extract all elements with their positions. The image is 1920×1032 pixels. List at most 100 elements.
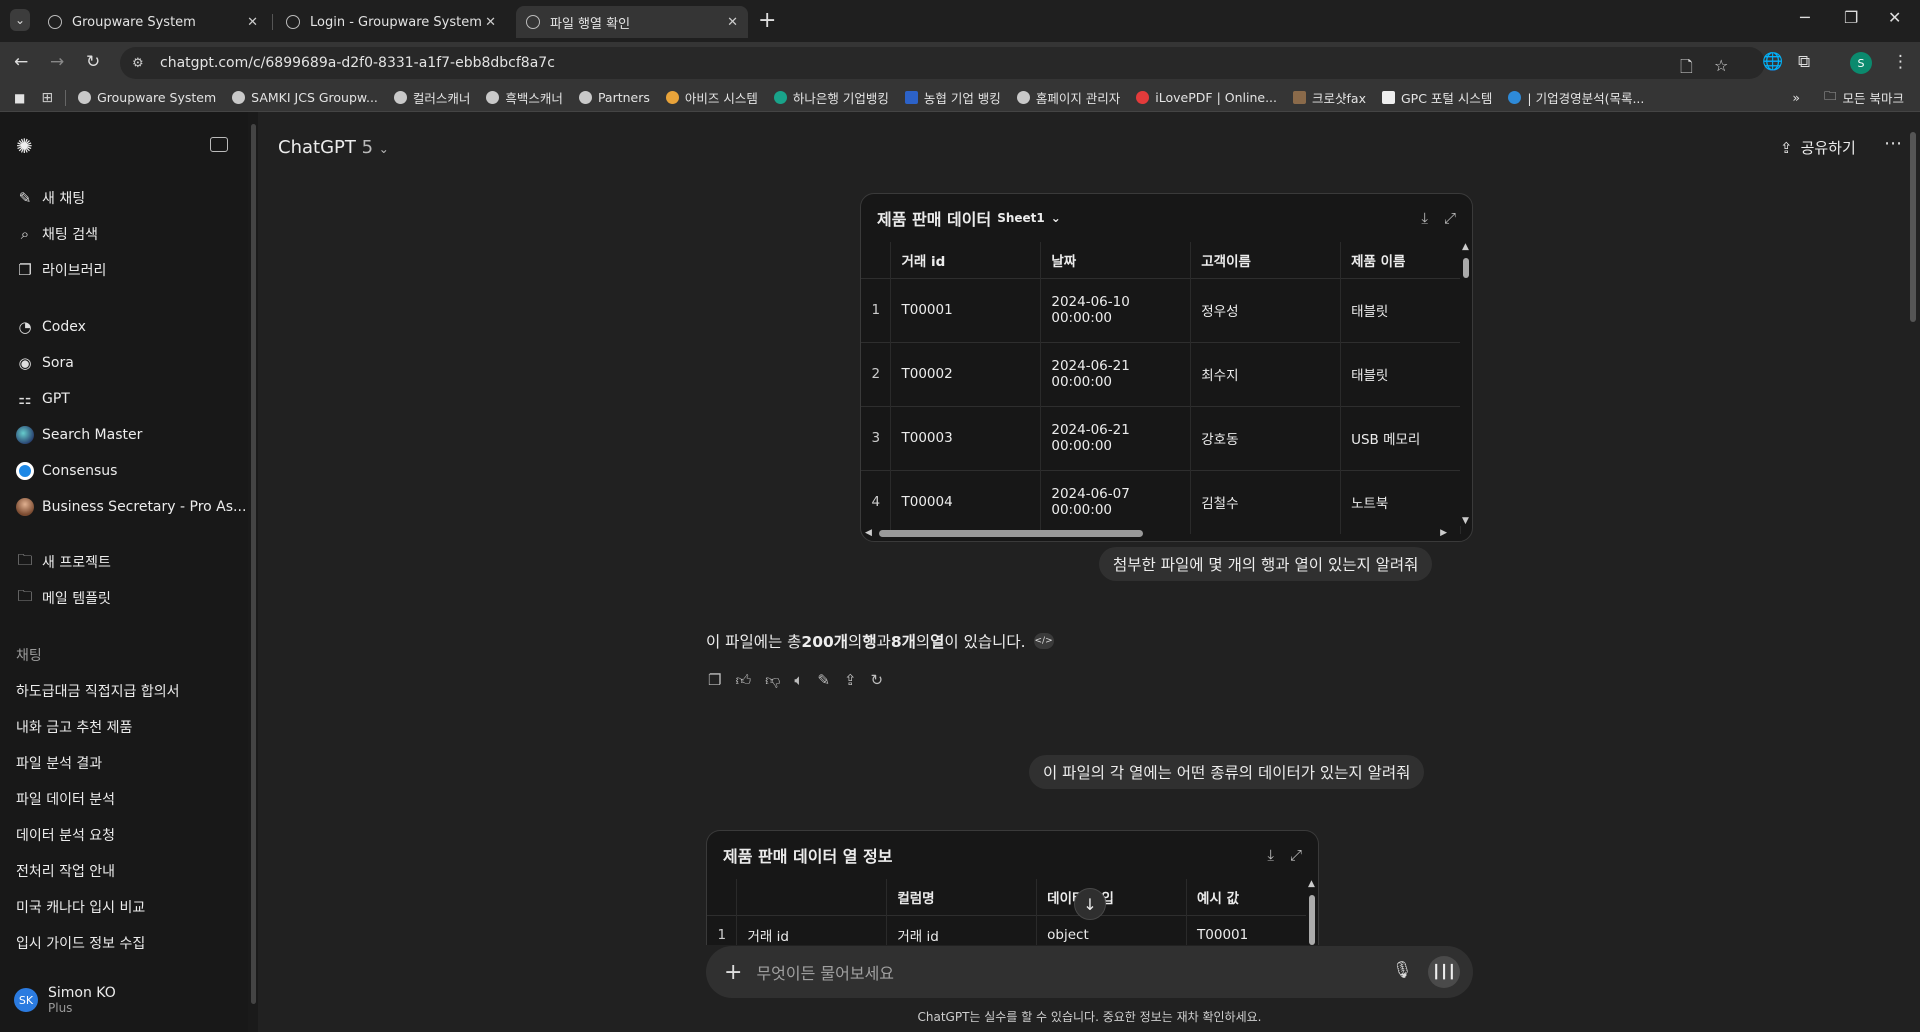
sidebar-item-consensus[interactable]: Consensus [16, 461, 117, 481]
sidebar-item-library[interactable]: ❐ 라이브러리 [16, 260, 106, 280]
chevron-down-icon[interactable]: ⌄ [1051, 211, 1061, 225]
column-header[interactable]: 날짜 [1040, 242, 1192, 278]
table-cell[interactable]: 거래 id [736, 914, 888, 945]
column-header[interactable]: 데이터 타입 [1036, 879, 1188, 915]
table-cell[interactable]: object [1036, 914, 1188, 945]
globe-extension-icon[interactable]: 🌐 [1762, 52, 1783, 72]
bookmark-item[interactable]: 아비즈 시스템 [665, 88, 758, 107]
sidebar-item-codex[interactable]: ◔ Codex [16, 317, 85, 337]
expand-icon[interactable]: ⤢ [1290, 846, 1302, 864]
bookmark-item[interactable]: 하나은행 기업뱅킹 [773, 88, 889, 107]
scroll-up-arrow-icon[interactable]: ▲ [1462, 242, 1469, 252]
scroll-left-arrow-icon[interactable]: ◀ [865, 528, 872, 538]
scroll-up-arrow-icon[interactable]: ▲ [1308, 879, 1315, 889]
column-header[interactable] [736, 879, 888, 915]
read-aloud-icon[interactable]: 🔈︎ [794, 671, 803, 690]
main-scrollbar[interactable] [1906, 112, 1920, 1032]
star-icon[interactable]: ☆ [1714, 56, 1728, 75]
sidebar-item-search-master[interactable]: Search Master [16, 425, 142, 445]
tab-login[interactable]: Login - Groupware System ✕ [276, 6, 506, 38]
scrollbar-thumb[interactable] [251, 124, 256, 1004]
table-cell[interactable]: T00001 [890, 277, 1042, 342]
table-cell[interactable]: 최수지 [1190, 341, 1342, 406]
scrollbar-thumb[interactable] [879, 530, 1143, 537]
column-header[interactable]: 제품 이름 [1340, 242, 1461, 278]
bookmark-item[interactable]: iLovePDF | Online... [1136, 90, 1277, 105]
table-cell[interactable]: 태블릿 [1340, 277, 1461, 342]
sidebar-item-sora[interactable]: ◉ Sora [16, 353, 73, 373]
edit-icon[interactable]: ✎ [817, 671, 830, 690]
bookmark-item[interactable]: GPC 포털 시스템 [1381, 88, 1492, 107]
prompt-input[interactable]: 무엇이든 물어보세요 [756, 960, 894, 984]
page-icon[interactable]: 🗋 [1680, 56, 1693, 83]
chat-history-item[interactable]: 파일 분석 결과 [16, 753, 102, 773]
bookmark-item[interactable]: Groupware System [78, 90, 216, 105]
download-icon[interactable]: ⤓ [1421, 209, 1428, 227]
new-tab-button[interactable]: + [758, 8, 776, 33]
sidebar-item-new-chat[interactable]: ✎ 새 채팅 [16, 188, 85, 208]
table-cell[interactable]: 태블릿 [1340, 341, 1461, 406]
table-cell[interactable]: 2024-06-21 00:00:00 [1040, 405, 1192, 470]
scrollbar-thumb[interactable] [1309, 895, 1315, 945]
scrollbar-thumb[interactable] [1463, 258, 1469, 278]
microphone-icon[interactable]: 🎙︎ [1392, 960, 1412, 979]
thumbs-down-icon[interactable]: 👎︎ [765, 671, 780, 690]
column-header[interactable]: 컬럼명 [886, 879, 1038, 915]
code-icon[interactable]: </> [1033, 633, 1054, 649]
profile-avatar[interactable]: S [1850, 52, 1872, 74]
table-cell[interactable]: 정우성 [1190, 277, 1342, 342]
reload-icon[interactable]: ↻ [86, 52, 100, 72]
share-icon[interactable]: ⇪ [844, 671, 857, 690]
tab-groupware[interactable]: Groupware System ✕ [38, 6, 268, 38]
voice-mode-button[interactable]: ┃┃┃ [1428, 956, 1460, 988]
tab-search-button[interactable]: ⌄ [10, 9, 30, 31]
table-vertical-scrollbar[interactable]: ▲ ▼ [1460, 242, 1472, 526]
model-selector[interactable]: ChatGPT 5 ⌄ [278, 137, 389, 158]
column-header[interactable]: 예시 값 [1186, 879, 1307, 915]
table-cell[interactable]: 2024-06-21 00:00:00 [1040, 341, 1192, 406]
bookmark-item[interactable]: Partners [578, 90, 650, 105]
chat-history-item[interactable]: 미국 캐나다 입시 비교 [16, 897, 145, 917]
table-cell[interactable]: 2024-06-10 00:00:00 [1040, 277, 1192, 342]
table-cell[interactable]: 2024-06-07 00:00:00 [1040, 469, 1192, 534]
chat-history-item[interactable]: 데이터 분석 요청 [16, 825, 115, 845]
bookmark-item[interactable]: 홈페이지 관리자 [1016, 88, 1120, 107]
minimize-icon[interactable]: ─ [1800, 8, 1810, 27]
scrollbar-thumb[interactable] [1910, 132, 1916, 322]
column-header[interactable]: 거래 id [890, 242, 1042, 278]
back-icon[interactable]: ← [14, 52, 28, 72]
table-cell[interactable]: T00002 [890, 341, 1042, 406]
tab-active-chatgpt[interactable]: 파일 행열 확인 ✕ [516, 6, 748, 38]
more-options-icon[interactable]: ⋯ [1884, 133, 1902, 154]
bookmark-item[interactable]: 컬러스캐너 [393, 88, 470, 107]
scroll-to-bottom-button[interactable]: ↓ [1074, 888, 1106, 920]
openai-logo-icon[interactable]: ✺ [16, 134, 33, 158]
bookmark-item[interactable]: | 기업경영분석(목록... [1508, 88, 1644, 107]
chat-history-item[interactable]: 내화 금고 추천 제품 [16, 717, 132, 737]
sidebar-item-search[interactable]: ⌕ 채팅 검색 [16, 224, 98, 244]
window-close-icon[interactable]: ✕ [1888, 8, 1901, 27]
table-cell[interactable]: T00004 [890, 469, 1042, 534]
close-icon[interactable]: ✕ [485, 15, 496, 30]
chat-history-item[interactable]: 전처리 작업 안내 [16, 861, 115, 881]
regenerate-icon[interactable]: ↻ [871, 671, 884, 690]
apps-grid-icon[interactable]: ⊞ [41, 90, 53, 106]
plus-icon[interactable]: + [724, 960, 742, 985]
bookmark-item[interactable]: 농협 기업 뱅킹 [904, 88, 1001, 107]
chat-history-item[interactable]: 하도급대금 직접지급 합의서 [16, 681, 179, 701]
sidebar-toggle-icon[interactable] [210, 137, 228, 152]
thumbs-up-icon[interactable]: 👍︎ [735, 671, 751, 690]
sheet-selector[interactable]: Sheet1 [997, 211, 1045, 225]
scroll-right-arrow-icon[interactable]: ▶ [1440, 528, 1447, 538]
sidebar-item-new-project[interactable]: 🗀 새 프로젝트 [16, 551, 110, 572]
bookmark-item[interactable]: 흑백스캐너 [486, 88, 563, 107]
table-cell[interactable]: T00001 [1186, 914, 1307, 945]
address-bar[interactable]: ⚙ chatgpt.com/c/6899689a-d2f0-8331-a1f7-… [120, 47, 1765, 79]
copy-icon[interactable]: ❐ [708, 671, 721, 690]
sidebar-scrollbar[interactable] [248, 112, 258, 1032]
chat-history-item[interactable]: 입시 가이드 정보 수집 [16, 933, 145, 953]
expand-icon[interactable]: ⤢ [1444, 209, 1456, 227]
table-cell[interactable]: USB 메모리 [1340, 405, 1461, 470]
user-profile[interactable]: SK Simon KO Plus [14, 985, 116, 1015]
table-cell[interactable]: T00003 [890, 405, 1042, 470]
